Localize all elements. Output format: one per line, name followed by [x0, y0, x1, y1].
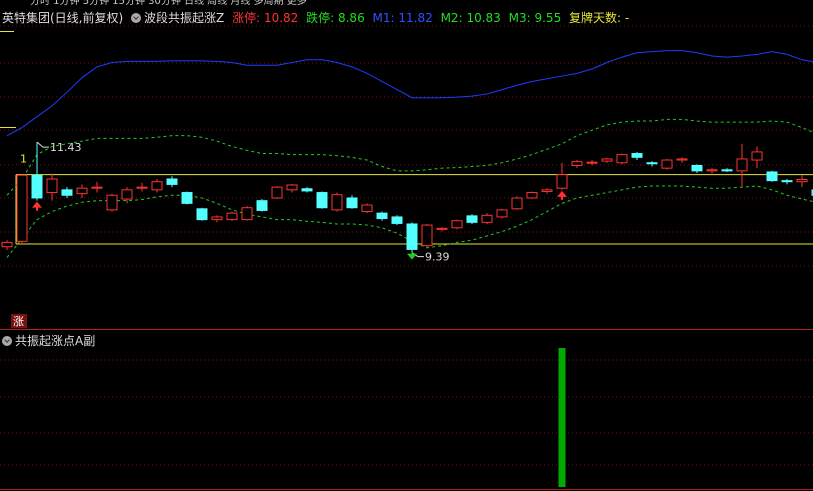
candle[interactable] — [676, 158, 688, 161]
high-pointer — [36, 141, 49, 148]
grid — [0, 25, 813, 490]
candle[interactable] — [181, 192, 193, 204]
candle[interactable] — [286, 184, 298, 191]
candle[interactable] — [331, 194, 343, 211]
low-price-label: 9.39 — [425, 251, 450, 264]
candle[interactable] — [346, 197, 358, 209]
candle[interactable] — [61, 189, 73, 196]
candle[interactable] — [391, 216, 403, 224]
level-label: 1 — [20, 153, 27, 166]
candle[interactable] — [136, 186, 148, 189]
candle[interactable] — [661, 159, 673, 169]
candle[interactable] — [691, 164, 703, 172]
rise-tag: 涨 — [13, 315, 24, 328]
sub-panel — [558, 348, 566, 487]
candle[interactable] — [511, 197, 523, 210]
annotations: 11.43 9.39 1 涨 — [11, 141, 567, 328]
candle[interactable] — [361, 204, 373, 213]
candle[interactable] — [256, 200, 268, 211]
candle[interactable] — [406, 223, 418, 250]
series-line-2 — [6, 118, 813, 196]
candle[interactable] — [451, 220, 463, 229]
candle[interactable] — [616, 154, 628, 164]
candle[interactable] — [541, 189, 553, 192]
candle[interactable] — [706, 169, 718, 172]
sell-arrow-icon — [407, 253, 417, 260]
candle[interactable] — [196, 208, 208, 221]
candle[interactable] — [226, 212, 238, 221]
candle[interactable] — [76, 187, 88, 195]
candle[interactable] — [106, 194, 118, 211]
candlestick-chart[interactable]: 11.43 9.39 1 涨 — [0, 0, 813, 491]
candle[interactable] — [481, 214, 493, 223]
candle[interactable] — [526, 192, 538, 199]
candle[interactable] — [46, 178, 58, 194]
sub-panel-title: 共振起涨点A副 — [15, 334, 96, 348]
candle[interactable] — [121, 189, 133, 200]
candle[interactable] — [211, 216, 223, 221]
candle[interactable] — [301, 188, 313, 192]
candle[interactable] — [166, 178, 178, 185]
candle[interactable] — [31, 174, 43, 199]
signal-bar[interactable] — [558, 348, 566, 487]
candle[interactable] — [496, 209, 508, 218]
candle[interactable] — [241, 207, 253, 221]
candle[interactable] — [316, 192, 328, 209]
candle[interactable] — [571, 161, 583, 166]
candle[interactable] — [781, 180, 793, 183]
candle[interactable] — [151, 181, 163, 191]
candle[interactable] — [16, 174, 28, 242]
high-price-label: 11.43 — [50, 141, 82, 154]
candle[interactable] — [766, 171, 778, 182]
candle[interactable] — [91, 186, 103, 189]
candle[interactable] — [466, 215, 478, 223]
candles[interactable] — [1, 142, 813, 253]
candle[interactable] — [436, 227, 448, 230]
candle[interactable] — [721, 169, 733, 172]
candle[interactable] — [751, 151, 763, 161]
candle[interactable] — [556, 174, 568, 189]
candle[interactable] — [586, 161, 598, 164]
candle[interactable] — [631, 153, 643, 158]
candle[interactable] — [271, 186, 283, 199]
candle[interactable] — [736, 158, 748, 172]
candle[interactable] — [646, 162, 658, 165]
candle[interactable] — [1, 241, 13, 248]
sub-panel-header[interactable]: 共振起涨点A副 — [2, 332, 95, 349]
candle[interactable] — [601, 158, 613, 162]
candle[interactable] — [421, 224, 433, 247]
candle[interactable] — [796, 179, 808, 183]
chevron-down-icon[interactable] — [2, 336, 12, 346]
candle[interactable] — [376, 212, 388, 220]
